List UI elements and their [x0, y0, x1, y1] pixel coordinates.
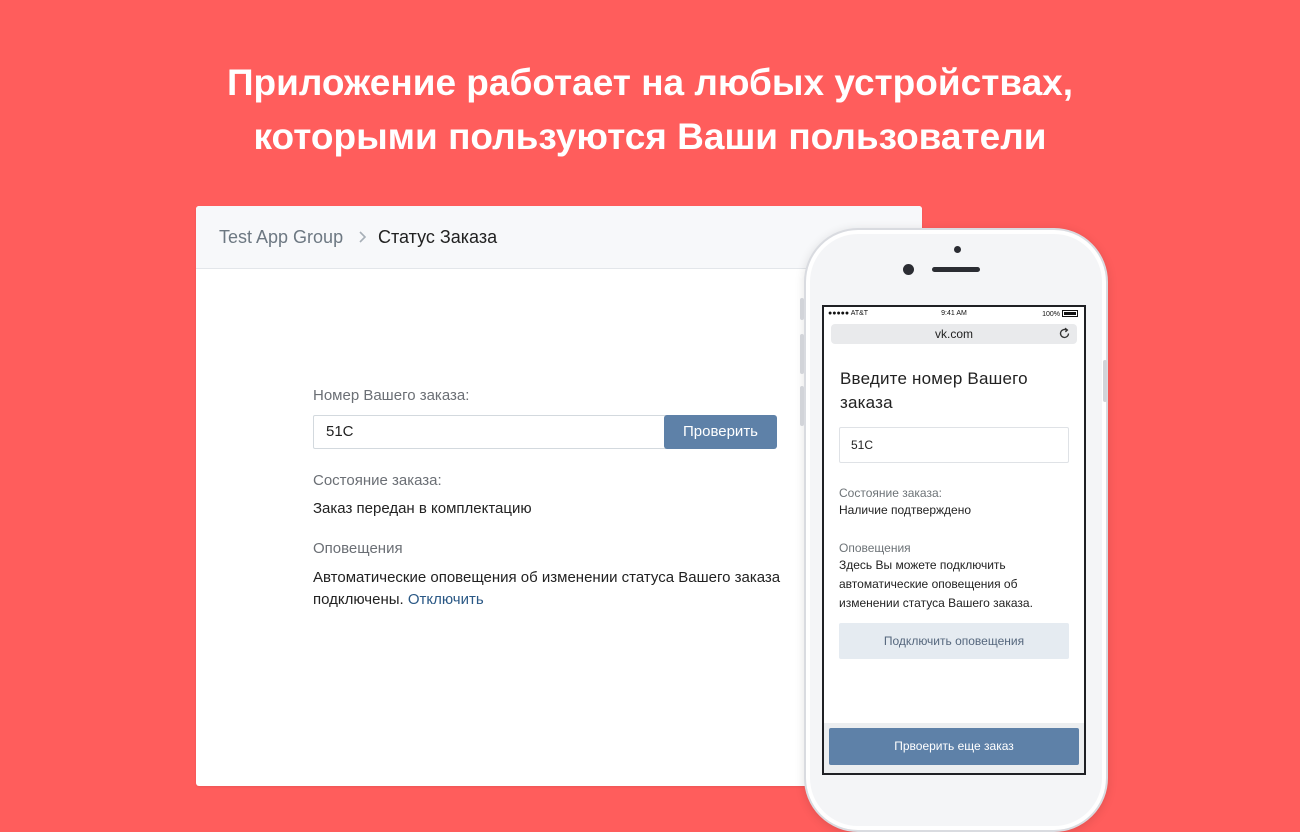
order-status-value: Заказ передан в комплектацию	[313, 500, 532, 517]
battery-icon	[1062, 310, 1078, 317]
mobile-notifications-label: Оповещения	[839, 541, 911, 555]
mobile-notifications-text: Здесь Вы можете подключить автоматически…	[839, 558, 1033, 610]
order-status-label: Состояние заказа:	[313, 472, 442, 489]
check-another-order-button[interactable]: Првоерить еще заказ	[829, 728, 1079, 765]
notifications-status-text: подключены.	[313, 591, 404, 608]
phone-camera	[903, 264, 914, 275]
mobile-order-input[interactable]	[839, 427, 1069, 463]
breadcrumb-group-link[interactable]: Test App Group	[219, 227, 343, 248]
mobile-page-title: Введите номер Вашего заказа	[840, 369, 1028, 412]
phone-sensor	[954, 246, 961, 253]
phone-volume-down	[800, 386, 804, 426]
subscribe-notifications-button[interactable]: Подключить оповещения	[839, 623, 1069, 659]
battery-percent: 100%	[1042, 311, 1060, 318]
check-button[interactable]: Проверить	[664, 415, 777, 449]
phone-volume-up	[800, 334, 804, 374]
url-text: vk.com	[934, 327, 973, 341]
headline-line-2: которыми пользуются Ваши пользователи	[253, 116, 1047, 157]
notifications-text-line-2: подключены. Отключить	[313, 589, 813, 611]
order-number-input[interactable]	[313, 415, 675, 449]
notifications-label: Оповещения	[313, 540, 403, 557]
order-number-label: Номер Вашего заказа:	[313, 387, 470, 404]
reload-icon[interactable]	[1058, 327, 1071, 340]
battery-indicator: 100%	[1042, 310, 1078, 318]
headline: Приложение работает на любых устройствах…	[0, 56, 1300, 164]
phone-speaker	[932, 267, 980, 272]
phone-mute-switch	[800, 298, 804, 320]
breadcrumb-current-page: Статус Заказа	[378, 227, 498, 247]
chevron-right-icon	[359, 231, 367, 243]
mobile-status-value: Наличие подтверждено	[839, 503, 972, 517]
notifications-text: Автоматические оповещения об изменении с…	[313, 567, 813, 611]
phone-power-button	[1103, 360, 1107, 402]
notifications-text-line-1: Автоматические оповещения об изменении с…	[313, 569, 781, 586]
headline-line-1: Приложение работает на любых устройствах…	[226, 62, 1074, 103]
phone-screen: ●●●●● AT&T 9:41 AM 100% vk.com Введите н…	[822, 305, 1086, 775]
mobile-status-label: Состояние заказа:	[839, 486, 942, 500]
status-bar: ●●●●● AT&T 9:41 AM 100%	[824, 307, 1084, 321]
url-bar[interactable]: vk.com	[831, 324, 1077, 344]
disable-notifications-link[interactable]: Отключить	[408, 591, 484, 608]
